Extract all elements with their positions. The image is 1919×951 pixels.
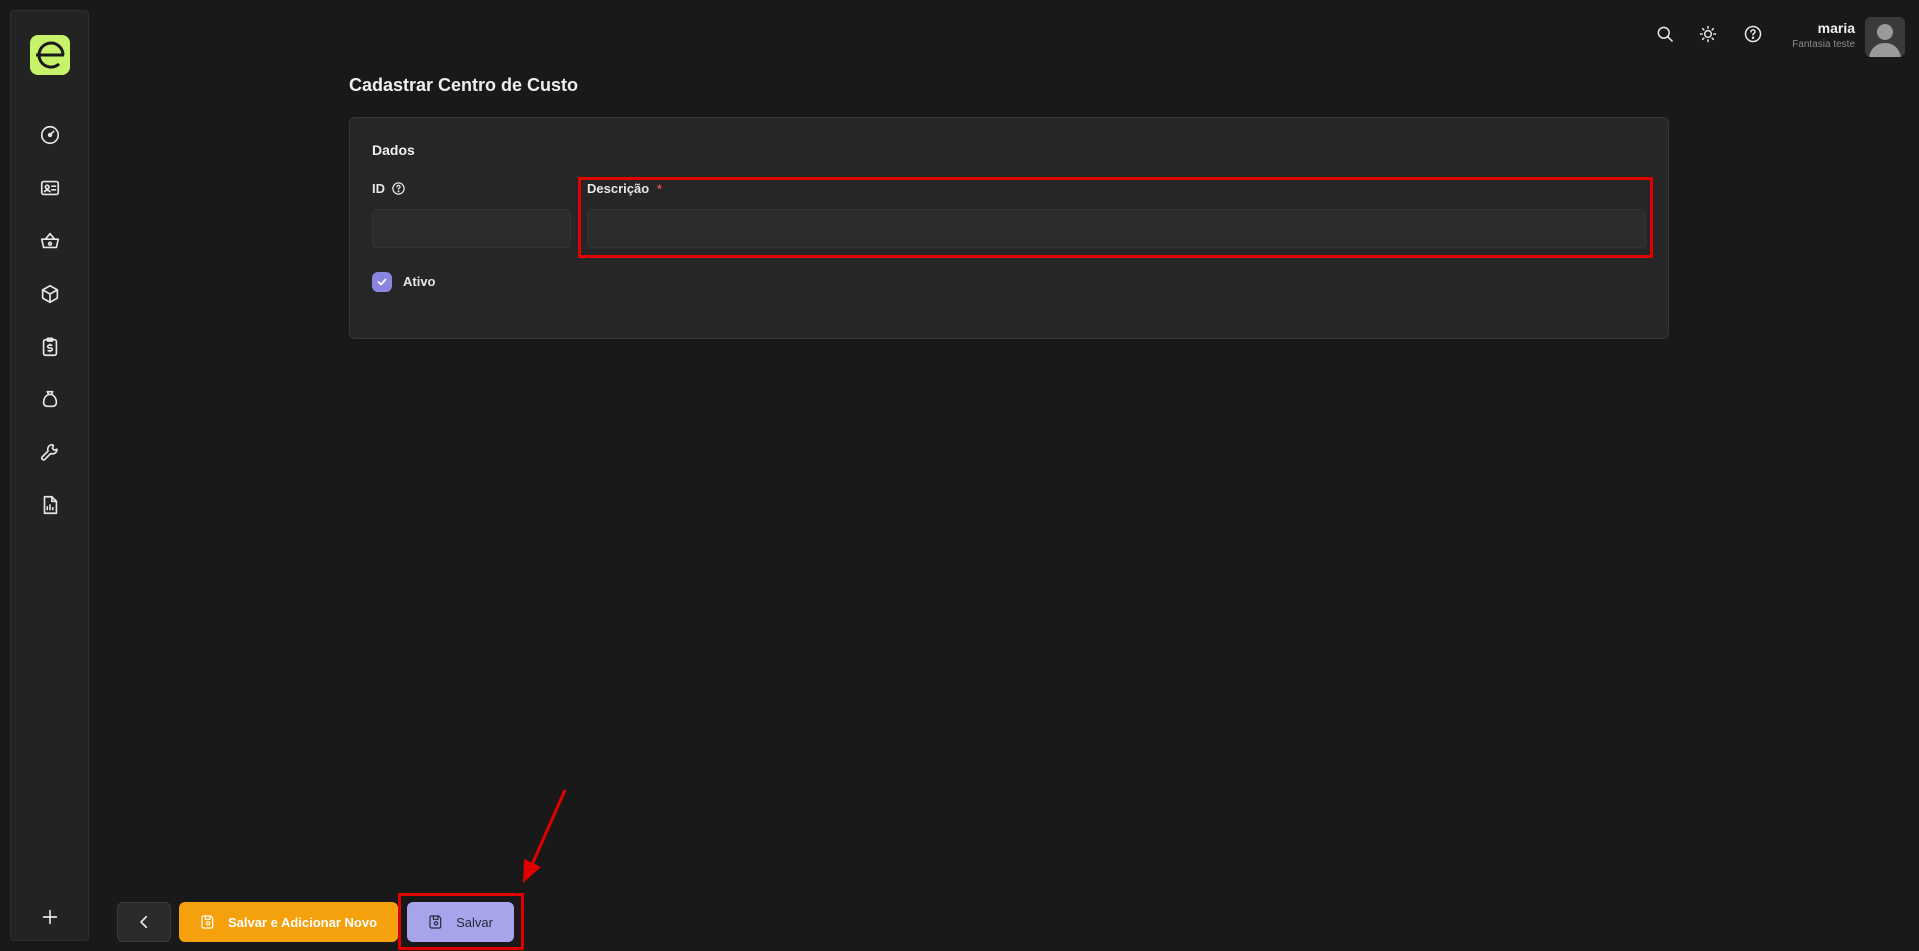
id-card-icon — [40, 180, 60, 196]
theme-toggle-button[interactable] — [1696, 22, 1720, 46]
sidebar-item-reports[interactable] — [38, 493, 62, 517]
plus-icon — [42, 909, 58, 925]
active-checkbox[interactable] — [372, 272, 392, 292]
basket-icon — [40, 232, 60, 249]
sidebar-item-products[interactable] — [38, 282, 62, 306]
save-and-add-new-button[interactable]: Salvar e Adicionar Novo — [179, 902, 398, 942]
id-label: ID — [372, 181, 406, 196]
user-name: maria — [1817, 20, 1855, 36]
chevron-left-icon — [140, 915, 148, 929]
annotation-arrow-icon — [523, 789, 567, 883]
money-bag-icon — [42, 390, 58, 408]
sidebar-item-tools[interactable] — [38, 440, 62, 464]
report-icon — [43, 495, 58, 515]
sidebar-item-sales[interactable] — [38, 229, 62, 253]
sidebar-item-contacts[interactable] — [38, 176, 62, 200]
box-icon — [41, 284, 59, 304]
user-avatar-icon — [1865, 17, 1905, 57]
sidebar-item-dashboard[interactable] — [38, 123, 62, 147]
section-title: Dados — [372, 142, 415, 158]
search-icon — [1657, 26, 1673, 42]
id-input[interactable] — [372, 209, 571, 248]
back-button[interactable] — [117, 902, 171, 942]
description-highlight-annotation — [578, 177, 1653, 258]
sidebar-add-button[interactable] — [38, 905, 62, 929]
search-button[interactable] — [1653, 22, 1677, 46]
floppy-disk-icon — [201, 915, 214, 929]
sun-icon — [1699, 25, 1717, 43]
clipboard-dollar-icon — [42, 337, 58, 357]
page-title: Cadastrar Centro de Custo — [349, 75, 579, 95]
sidebar — [10, 10, 89, 941]
sidebar-item-money[interactable] — [38, 387, 62, 411]
sidebar-item-financial[interactable] — [38, 335, 62, 359]
save-and-add-new-label: Salvar e Adicionar Novo — [227, 914, 378, 930]
user-company: Fantasia teste — [1792, 39, 1855, 50]
active-label: Ativo — [403, 274, 436, 289]
logo-e-icon — [36, 41, 65, 69]
save-highlight-annotation — [398, 893, 524, 950]
help-circle-icon[interactable] — [391, 181, 406, 196]
check-icon — [377, 278, 387, 286]
help-button[interactable] — [1741, 22, 1765, 46]
help-circle-icon — [1744, 25, 1762, 43]
id-label-text: ID — [372, 181, 385, 196]
wrench-icon — [41, 443, 58, 461]
avatar[interactable] — [1865, 17, 1905, 57]
gauge-icon — [40, 125, 60, 145]
app-logo[interactable] — [30, 35, 70, 75]
